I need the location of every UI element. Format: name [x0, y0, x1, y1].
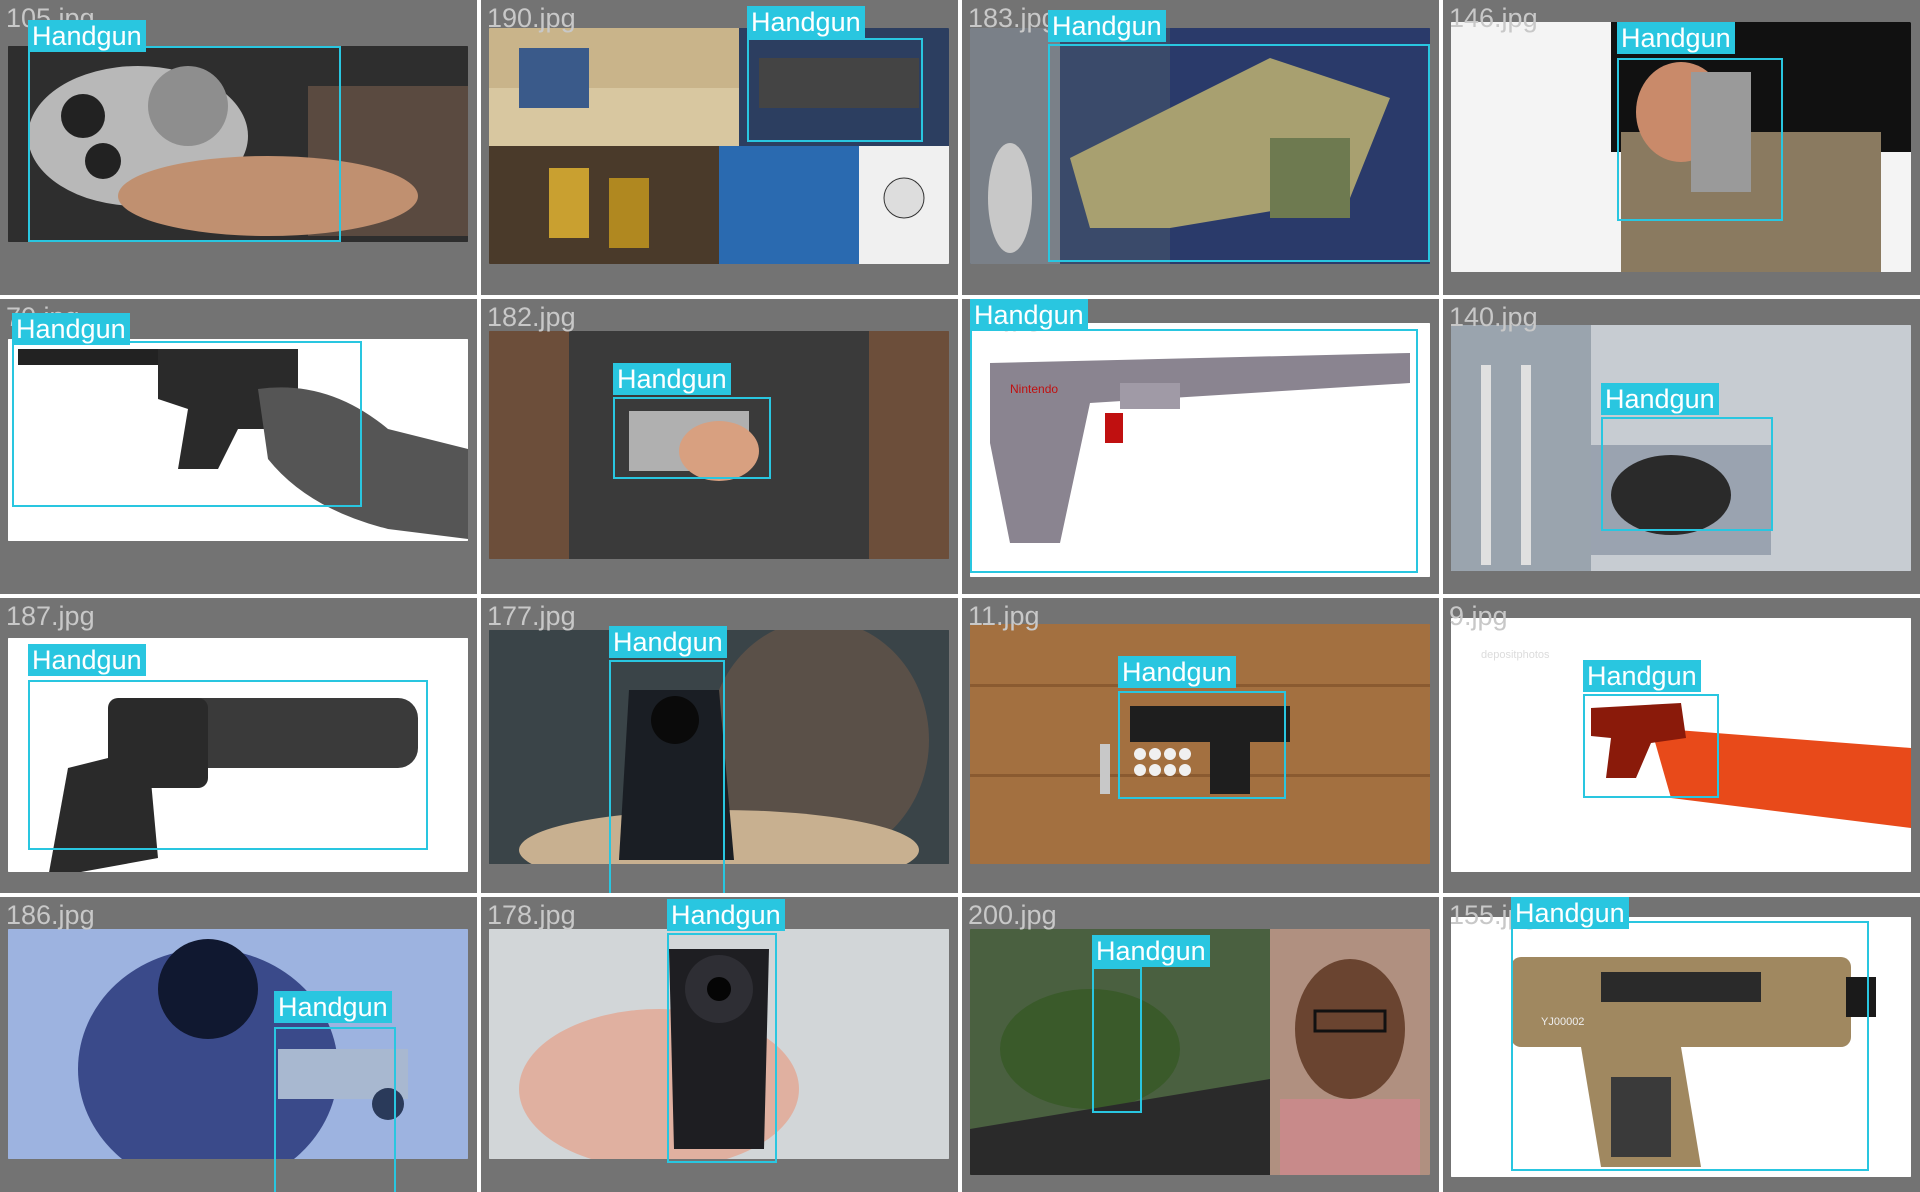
class-label: Handgun [1048, 10, 1166, 42]
image-filename: 190.jpg [487, 3, 576, 33]
result-tile[interactable]: 190.jpg Handgun [481, 0, 958, 295]
image-filename: 200.jpg [968, 900, 1057, 930]
class-label: Handgun [12, 313, 130, 345]
class-label: Handgun [609, 626, 727, 658]
result-tile[interactable]: 200.jpg Handgun [962, 897, 1439, 1192]
bounding-box [1583, 694, 1719, 798]
result-tile[interactable]: Nintendo14.jpgHandgun [962, 299, 1439, 594]
class-label: Handgun [1583, 660, 1701, 692]
result-tile[interactable]: 140.jpg Handgun [1443, 299, 1920, 594]
result-tile[interactable]: 178.jpg Handgun [481, 897, 958, 1192]
bounding-box [274, 1027, 396, 1192]
result-tile[interactable]: 11.jpg Handgun [962, 598, 1439, 893]
class-label: Handgun [1617, 22, 1735, 54]
image-filename: 183.jpg [968, 3, 1057, 33]
bounding-box [1048, 44, 1430, 262]
image-filename: 187.jpg [6, 601, 95, 631]
image-filename: 11.jpg [968, 601, 1040, 631]
class-label: Handgun [747, 6, 865, 38]
class-label: Handgun [1511, 897, 1629, 929]
image-filename: 140.jpg [1449, 302, 1538, 332]
class-label: Handgun [28, 644, 146, 676]
class-label: Handgun [1118, 656, 1236, 688]
bounding-box [28, 680, 428, 850]
bounding-box [747, 38, 923, 142]
class-label: Handgun [667, 899, 785, 931]
bounding-box [667, 933, 777, 1163]
result-tile[interactable]: 177.jpg Handgun [481, 598, 958, 893]
class-label: Handgun [613, 363, 731, 395]
bounding-box [1118, 691, 1286, 799]
result-tile[interactable]: 183.jpg Handgun [962, 0, 1439, 295]
bounding-box [12, 341, 362, 507]
result-tile[interactable]: 182.jpg Handgun [481, 299, 958, 594]
class-label: Handgun [1092, 935, 1210, 967]
image-filename: 177.jpg [487, 601, 576, 631]
image-filename: 178.jpg [487, 900, 576, 930]
class-label: Handgun [1601, 383, 1719, 415]
result-tile[interactable]: 186.jpg Handgun [0, 897, 477, 1192]
image-filename: 186.jpg [6, 900, 95, 930]
result-tile[interactable]: 70.jpgHandgun [0, 299, 477, 594]
bounding-box [613, 397, 771, 479]
result-tile[interactable]: 105.jpg Handgun [0, 0, 477, 295]
bounding-box [970, 329, 1418, 573]
result-tile[interactable]: depositphotos 9.jpg Handgun [1443, 598, 1920, 893]
bounding-box [28, 46, 341, 242]
class-label: Handgun [28, 20, 146, 52]
bounding-box [1092, 967, 1142, 1113]
bounding-box [1617, 58, 1783, 221]
bounding-box [1601, 417, 1773, 531]
image-filename: 146.jpg [1449, 3, 1538, 33]
result-tile[interactable]: 146.jpg Handgun [1443, 0, 1920, 295]
class-label: Handgun [274, 991, 392, 1023]
image-filename: 9.jpg [1449, 601, 1508, 631]
detection-image [8, 929, 468, 1159]
image-filename: 182.jpg [487, 302, 576, 332]
result-tile[interactable]: 187.jpg Handgun [0, 598, 477, 893]
svg-text:depositphotos: depositphotos [1481, 649, 1550, 661]
result-tile[interactable]: YJ00002 155.jpg Handgun [1443, 897, 1920, 1192]
bounding-box [609, 660, 725, 893]
bounding-box [1511, 921, 1869, 1171]
class-label: Handgun [970, 299, 1088, 331]
detection-grid: 105.jpg Handgun 190.jpg Handgun 183.jpg Han… [0, 0, 1920, 1192]
